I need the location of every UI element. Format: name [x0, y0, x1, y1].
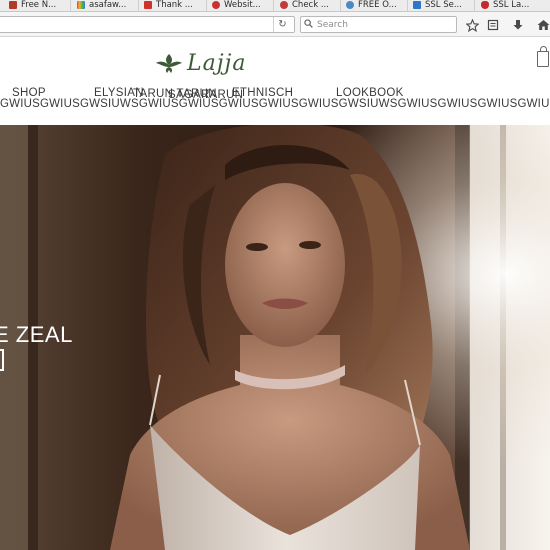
search-input[interactable] — [317, 19, 447, 30]
bookmark-item[interactable]: Thank ... — [144, 0, 193, 11]
hero-banner[interactable]: E ZEAL — [0, 125, 550, 550]
search-bar[interactable] — [300, 16, 457, 33]
bookmark-favicon-icon — [413, 0, 421, 9]
bookmark-label: FREE O... — [358, 0, 397, 10]
site-header: Lajja SHOP ELYSIAN TARUN TARUN SAGAR TAR… — [0, 38, 550, 125]
bookmark-favicon-icon — [144, 0, 152, 9]
bookmark-label: Free N... — [21, 0, 57, 10]
bookmark-favicon-icon — [346, 0, 354, 9]
reader-icon[interactable] — [485, 17, 501, 33]
search-icon — [304, 18, 313, 31]
bookmark-favicon-icon — [9, 0, 17, 9]
bookmark-favicon-icon — [280, 0, 288, 9]
bookmark-favicon-icon — [212, 0, 220, 9]
home-icon[interactable] — [535, 17, 550, 33]
bookmark-item[interactable]: Check ... — [280, 0, 329, 11]
bookmark-item[interactable]: SSL La... — [481, 0, 529, 11]
logo-wordmark: Lajja — [187, 50, 247, 76]
star-icon[interactable] — [464, 17, 480, 33]
bookmark-label: Websit... — [224, 0, 261, 10]
bookmark-favicon-icon — [77, 0, 85, 9]
bookmark-item[interactable]: Websit... — [212, 0, 261, 11]
bookmark-item[interactable]: asafaw... — [77, 0, 126, 11]
hero-caption: E ZEAL — [0, 322, 73, 347]
lotus-logo-icon — [156, 54, 182, 73]
bookmark-label: SSL Se... — [425, 0, 462, 10]
nav-overflow-text: GWIUSGWIUSGWSIUWSGWIUSGWIUSGWIUSGWIUSGWI… — [0, 98, 550, 110]
bookmark-label: SSL La... — [493, 0, 530, 10]
bookmark-item[interactable]: Free N... — [9, 0, 56, 11]
bookmark-item[interactable]: FREE O... — [346, 0, 397, 11]
bookmark-item[interactable]: SSL Se... — [413, 0, 462, 11]
browser-toolbar: ↻ — [0, 12, 550, 37]
site-logo[interactable]: Lajja — [155, 48, 246, 78]
bookmark-label: asafaw... — [89, 0, 127, 10]
bookmark-label: Check ... — [292, 0, 329, 10]
bookmark-favicon-icon — [481, 0, 489, 9]
bookmark-label: Thank ... — [156, 0, 193, 10]
hero-cta-button[interactable] — [0, 349, 4, 371]
hero-photo — [0, 125, 550, 550]
bookmarks-bar: Free N... asafaw... Thank ... Websit... … — [0, 0, 550, 12]
download-icon[interactable] — [510, 17, 526, 33]
shopping-bag-icon[interactable] — [537, 46, 549, 67]
url-bar[interactable]: ↻ — [0, 16, 295, 33]
reload-icon[interactable]: ↻ — [273, 17, 291, 32]
